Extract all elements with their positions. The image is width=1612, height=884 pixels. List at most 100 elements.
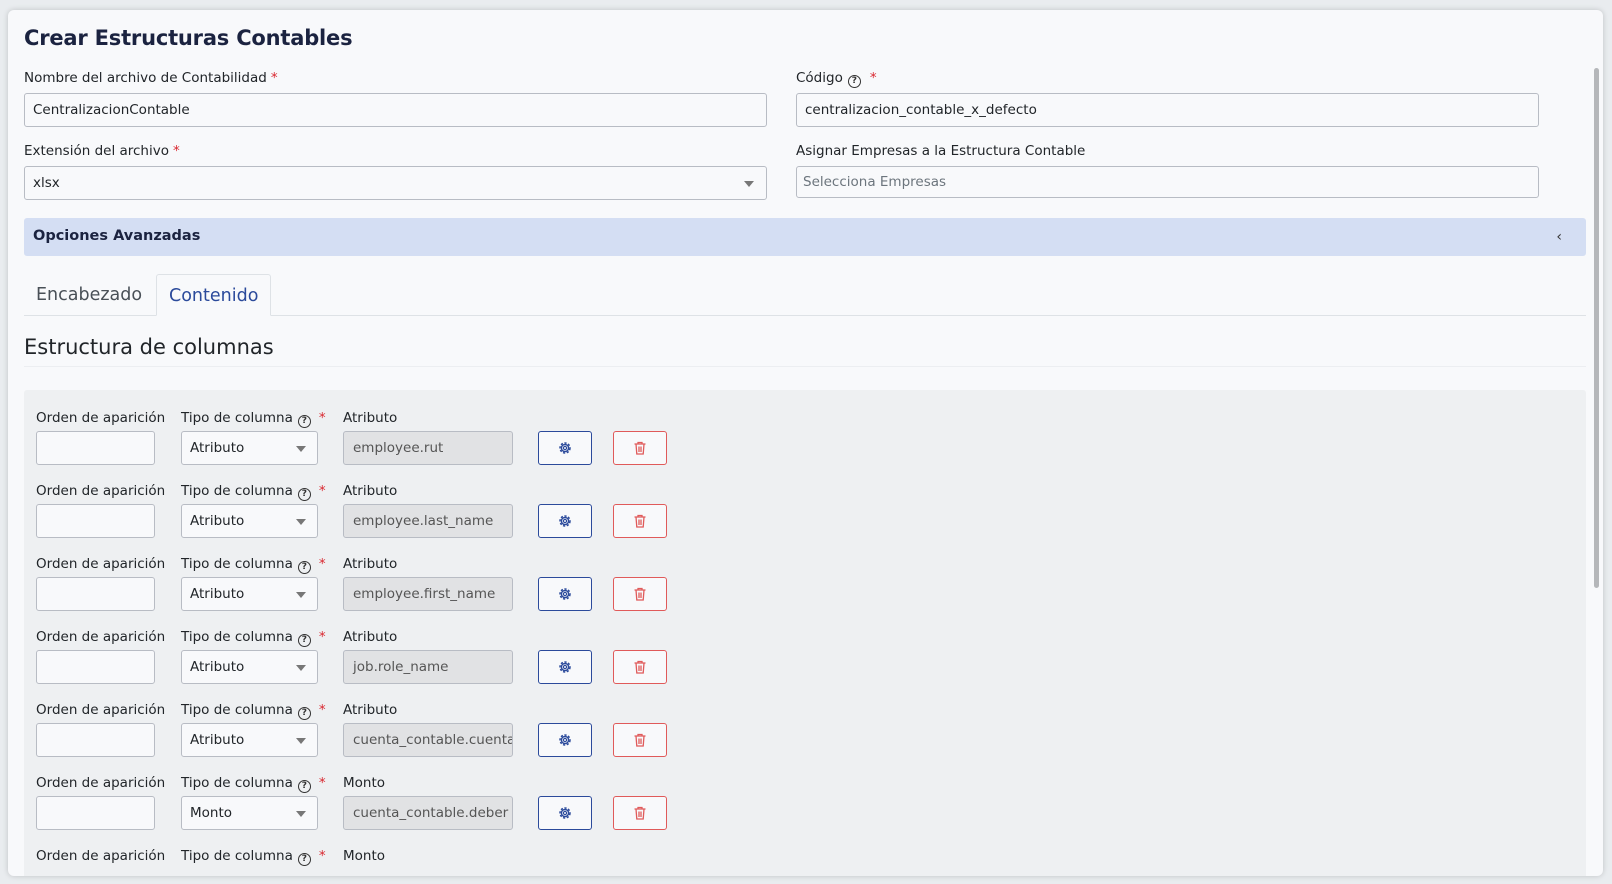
delete-button[interactable] — [613, 577, 667, 611]
column-row: Orden de aparición Tipo de columna? * Atr… — [24, 483, 1586, 556]
orden-label: Orden de aparición — [36, 629, 166, 645]
tipo-select[interactable]: Atributo — [181, 431, 318, 465]
attribute-input: job.role_name — [343, 650, 513, 684]
attribute-input: employee.last_name — [343, 504, 513, 538]
caret-down-icon — [296, 446, 306, 452]
codigo-input[interactable]: centralizacion_contable_x_defecto — [796, 93, 1539, 127]
tipo-label: Tipo de columna? * — [181, 775, 326, 793]
orden-input[interactable] — [36, 577, 155, 611]
gear-icon — [559, 807, 571, 819]
chevron-left-icon[interactable]: ‹ — [1556, 229, 1562, 245]
page-title: Crear Estructuras Contables — [24, 26, 353, 50]
tab-encabezado[interactable]: Encabezado — [24, 274, 154, 316]
caret-down-icon — [296, 811, 306, 817]
attribute-label: Monto — [343, 775, 386, 791]
tipo-select[interactable]: Monto — [181, 796, 318, 830]
settings-button[interactable] — [538, 577, 592, 611]
empresas-label: Asignar Empresas a la Estructura Contabl… — [796, 143, 1086, 159]
delete-button[interactable] — [613, 431, 667, 465]
attribute-label: Monto — [343, 848, 386, 864]
trash-icon — [634, 514, 646, 528]
tipo-label: Tipo de columna? * — [181, 556, 326, 574]
orden-input[interactable] — [36, 650, 155, 684]
caret-down-icon — [744, 181, 754, 187]
delete-button[interactable] — [613, 796, 667, 830]
question-circle-icon[interactable]: ? — [297, 488, 311, 501]
orden-label: Orden de aparición — [36, 556, 166, 572]
nombre-input[interactable]: CentralizacionContable — [24, 93, 767, 127]
orden-label: Orden de aparición — [36, 848, 166, 864]
tipo-select[interactable]: Atributo — [181, 723, 318, 757]
caret-down-icon — [296, 665, 306, 671]
orden-label: Orden de aparición — [36, 775, 166, 791]
app-window: Crear Estructuras Contables Nombre del a… — [8, 10, 1603, 876]
settings-button[interactable] — [538, 431, 592, 465]
caret-down-icon — [296, 738, 306, 744]
tipo-label: Tipo de columna? * — [181, 483, 326, 501]
extension-select[interactable]: xlsx — [24, 166, 767, 200]
attribute-label: Atributo — [343, 556, 398, 572]
codigo-label: Código? * — [796, 70, 877, 88]
settings-button[interactable] — [538, 796, 592, 830]
tipo-label: Tipo de columna? * — [181, 702, 326, 720]
columns-panel: Orden de aparición Tipo de columna? * Atr… — [24, 390, 1586, 876]
question-circle-icon[interactable]: ? — [297, 561, 311, 574]
orden-label: Orden de aparición — [36, 410, 166, 426]
tab-contenido[interactable]: Contenido — [156, 274, 272, 316]
orden-input[interactable] — [36, 504, 155, 538]
attribute-input: cuenta_contable.cuenta_ — [343, 723, 513, 757]
attribute-input: employee.rut — [343, 431, 513, 465]
tipo-select[interactable]: Atributo — [181, 504, 318, 538]
tipo-label: Tipo de columna? * — [181, 410, 326, 428]
advanced-options-title: Opciones Avanzadas — [33, 228, 201, 244]
extension-label: Extensión del archivo * — [24, 143, 180, 159]
caret-down-icon — [296, 592, 306, 598]
nombre-label: Nombre del archivo de Contabilidad * — [24, 70, 278, 86]
orden-label: Orden de aparición — [36, 702, 166, 718]
column-row: Orden de aparición Tipo de columna? * Mon… — [24, 775, 1586, 848]
trash-icon — [634, 660, 646, 674]
tipo-select[interactable]: Atributo — [181, 577, 318, 611]
gear-icon — [559, 661, 571, 673]
section-title: Estructura de columnas — [24, 335, 274, 359]
attribute-label: Atributo — [343, 483, 398, 499]
attribute-input: cuenta_contable.deber — [343, 796, 513, 830]
orden-label: Orden de aparición — [36, 483, 166, 499]
column-row: Orden de aparición Tipo de columna? * Mon… — [24, 848, 1586, 876]
attribute-label: Atributo — [343, 702, 398, 718]
settings-button[interactable] — [538, 723, 592, 757]
gear-icon — [559, 515, 571, 527]
orden-input[interactable] — [36, 431, 155, 465]
empresas-multiselect[interactable]: Selecciona Empresas — [796, 166, 1539, 198]
trash-icon — [634, 441, 646, 455]
delete-button[interactable] — [613, 504, 667, 538]
column-row: Orden de aparición Tipo de columna? * Atr… — [24, 629, 1586, 702]
attribute-label: Atributo — [343, 629, 398, 645]
gear-icon — [559, 734, 571, 746]
tipo-label: Tipo de columna? * — [181, 848, 326, 866]
question-circle-icon[interactable]: ? — [297, 634, 311, 647]
orden-input[interactable] — [36, 796, 155, 830]
advanced-options-accordion[interactable]: Opciones Avanzadas ‹ — [24, 218, 1586, 256]
scrollbar[interactable] — [1594, 68, 1599, 588]
caret-down-icon — [296, 519, 306, 525]
delete-button[interactable] — [613, 650, 667, 684]
delete-button[interactable] — [613, 723, 667, 757]
column-row: Orden de aparición Tipo de columna? * Atr… — [24, 702, 1586, 775]
settings-button[interactable] — [538, 504, 592, 538]
tipo-select[interactable]: Atributo — [181, 650, 318, 684]
trash-icon — [634, 733, 646, 747]
attribute-label: Atributo — [343, 410, 398, 426]
settings-button[interactable] — [538, 650, 592, 684]
tipo-label: Tipo de columna? * — [181, 629, 326, 647]
question-circle-icon[interactable]: ? — [297, 853, 311, 866]
column-row: Orden de aparición Tipo de columna? * Atr… — [24, 556, 1586, 629]
question-circle-icon[interactable]: ? — [297, 780, 311, 793]
gear-icon — [559, 588, 571, 600]
question-circle-icon[interactable]: ? — [297, 415, 311, 428]
attribute-input: employee.first_name — [343, 577, 513, 611]
section-divider — [24, 366, 1586, 367]
question-circle-icon[interactable]: ? — [847, 75, 861, 88]
orden-input[interactable] — [36, 723, 155, 757]
question-circle-icon[interactable]: ? — [297, 707, 311, 720]
